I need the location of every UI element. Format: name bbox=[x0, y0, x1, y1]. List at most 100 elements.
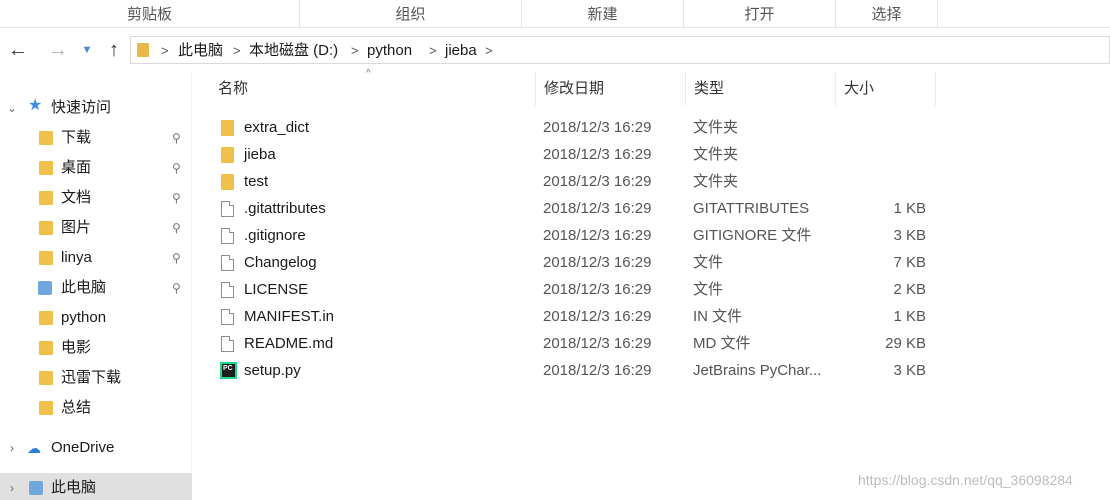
chevron-expanded-icon[interactable]: ⌄ bbox=[6, 93, 18, 123]
recent-locations-button[interactable]: ▼ bbox=[78, 36, 96, 64]
ribbon-group-select[interactable]: 选择 bbox=[836, 0, 938, 28]
file-date-modified: 2018/12/3 16:29 bbox=[543, 281, 652, 298]
sidebar-item-python[interactable]: python bbox=[0, 303, 192, 333]
breadcrumb-python[interactable]: python bbox=[367, 40, 412, 62]
navigation-bar: ← → ▼ ↑ > 此电脑 > 本地磁盘 (D:) > python > jie… bbox=[0, 28, 1110, 72]
file-type: JetBrains PyChar... bbox=[693, 362, 822, 379]
file-size: 29 KB bbox=[885, 335, 926, 352]
sidebar-item-label: python bbox=[61, 309, 107, 326]
file-type: IN 文件 bbox=[693, 308, 743, 325]
file-name: README.md bbox=[244, 335, 334, 352]
file-list: extra_dict 2018/12/3 16:29 文件夹 jieba 201… bbox=[210, 114, 1110, 414]
file-name: Changelog bbox=[244, 254, 317, 271]
sidebar-item-this-pc[interactable]: › 此电脑 bbox=[0, 473, 192, 500]
file-size: 2 KB bbox=[893, 281, 926, 298]
sidebar-item-pictures[interactable]: 图片 ⚲ bbox=[0, 213, 192, 243]
file-type: GITIGNORE 文件 bbox=[693, 227, 812, 244]
ribbon-group-labels: 剪贴板 组织 新建 打开 选择 bbox=[0, 0, 1110, 28]
file-size: 3 KB bbox=[893, 362, 926, 379]
ribbon-group-clipboard[interactable]: 剪贴板 bbox=[0, 0, 300, 28]
column-header-type[interactable]: 类型 bbox=[686, 72, 836, 106]
breadcrumb-separator[interactable]: > bbox=[233, 40, 241, 62]
breadcrumb-separator[interactable]: > bbox=[161, 40, 169, 62]
file-row[interactable]: jieba 2018/12/3 16:29 文件夹 bbox=[210, 141, 940, 168]
file-icon bbox=[221, 201, 234, 217]
file-row[interactable]: test 2018/12/3 16:29 文件夹 bbox=[210, 168, 940, 195]
sidebar-item-this-pc-pinned[interactable]: 此电脑 ⚲ bbox=[0, 273, 192, 303]
chevron-right-icon[interactable]: › bbox=[6, 473, 18, 500]
sidebar-item-label: 文档 bbox=[61, 189, 92, 206]
column-header-name[interactable]: 名称 bbox=[210, 72, 536, 106]
sidebar-item-label: 桌面 bbox=[61, 159, 92, 176]
pin-icon: ⚲ bbox=[172, 161, 181, 175]
sidebar-item-onedrive[interactable]: › ☁ OneDrive bbox=[0, 433, 192, 463]
file-name: extra_dict bbox=[244, 119, 310, 136]
file-icon bbox=[221, 336, 234, 352]
chevron-right-icon[interactable]: › bbox=[6, 433, 18, 463]
file-type: 文件 bbox=[693, 254, 724, 271]
arrow-right-icon: → bbox=[48, 39, 68, 61]
navigation-pane: ⌄ ★ 快速访问 下载 ⚲ 桌面 ⚲ 文档 ⚲ 图片 ⚲ linya ⚲ 此电脑… bbox=[0, 72, 192, 500]
file-size: 1 KB bbox=[893, 200, 926, 217]
sidebar-item-label: 迅雷下载 bbox=[61, 369, 122, 386]
downloads-folder-icon bbox=[39, 131, 53, 145]
breadcrumb-separator[interactable]: > bbox=[429, 40, 437, 62]
file-row[interactable]: .gitattributes 2018/12/3 16:29 GITATTRIB… bbox=[210, 195, 940, 222]
file-date-modified: 2018/12/3 16:29 bbox=[543, 119, 652, 136]
file-date-modified: 2018/12/3 16:29 bbox=[543, 146, 652, 163]
pin-icon: ⚲ bbox=[172, 251, 181, 265]
pin-icon: ⚲ bbox=[172, 281, 181, 295]
sidebar-item-label: 此电脑 bbox=[61, 279, 107, 296]
sidebar-item-documents[interactable]: 文档 ⚲ bbox=[0, 183, 192, 213]
file-row[interactable]: LICENSE 2018/12/3 16:29 文件 2 KB bbox=[210, 276, 940, 303]
breadcrumb-this-pc[interactable]: 此电脑 bbox=[178, 40, 223, 62]
file-row[interactable]: README.md 2018/12/3 16:29 MD 文件 29 KB bbox=[210, 330, 940, 357]
ribbon-group-new[interactable]: 新建 bbox=[522, 0, 684, 28]
breadcrumb-local-disk-d[interactable]: 本地磁盘 (D:) bbox=[249, 40, 338, 62]
address-bar[interactable]: > 此电脑 > 本地磁盘 (D:) > python > jieba > bbox=[130, 36, 1110, 64]
sidebar-item-xunlei-downloads[interactable]: 迅雷下载 bbox=[0, 363, 192, 393]
pin-icon: ⚲ bbox=[172, 131, 181, 145]
file-row[interactable]: Changelog 2018/12/3 16:29 文件 7 KB bbox=[210, 249, 940, 276]
breadcrumb-jieba[interactable]: jieba bbox=[445, 40, 477, 62]
file-type: 文件夹 bbox=[693, 173, 739, 190]
sidebar-item-linya[interactable]: linya ⚲ bbox=[0, 243, 192, 273]
file-row[interactable]: .gitignore 2018/12/3 16:29 GITIGNORE 文件 … bbox=[210, 222, 940, 249]
folder-icon bbox=[39, 311, 53, 325]
ribbon-group-open[interactable]: 打开 bbox=[684, 0, 836, 28]
up-button[interactable]: ↑ bbox=[102, 36, 126, 64]
forward-button[interactable]: → bbox=[46, 36, 70, 64]
file-date-modified: 2018/12/3 16:29 bbox=[543, 254, 652, 271]
file-row[interactable]: extra_dict 2018/12/3 16:29 文件夹 bbox=[210, 114, 940, 141]
sidebar-item-label: 电影 bbox=[61, 339, 92, 356]
back-button[interactable]: ← bbox=[6, 36, 30, 64]
folder-icon bbox=[221, 174, 234, 190]
breadcrumb-separator[interactable]: > bbox=[351, 40, 359, 62]
column-header-size[interactable]: 大小 bbox=[836, 72, 936, 106]
sidebar-item-movies[interactable]: 电影 bbox=[0, 333, 192, 363]
folder-icon bbox=[39, 401, 53, 415]
file-date-modified: 2018/12/3 16:29 bbox=[543, 227, 652, 244]
file-date-modified: 2018/12/3 16:29 bbox=[543, 308, 652, 325]
sidebar-item-summary[interactable]: 总结 bbox=[0, 393, 192, 423]
file-row[interactable]: MANIFEST.in 2018/12/3 16:29 IN 文件 1 KB bbox=[210, 303, 940, 330]
sidebar-item-downloads[interactable]: 下载 ⚲ bbox=[0, 123, 192, 153]
documents-folder-icon bbox=[39, 191, 53, 205]
folder-icon bbox=[221, 147, 234, 163]
desktop-folder-icon bbox=[39, 161, 53, 175]
file-icon bbox=[221, 282, 234, 298]
ribbon-group-organize[interactable]: 组织 bbox=[300, 0, 522, 28]
column-header-date-modified[interactable]: 修改日期 bbox=[536, 72, 686, 106]
quick-access-item[interactable]: ⌄ ★ 快速访问 bbox=[0, 93, 192, 123]
file-size: 7 KB bbox=[893, 254, 926, 271]
file-type: MD 文件 bbox=[693, 335, 751, 352]
sidebar-item-desktop[interactable]: 桌面 ⚲ bbox=[0, 153, 192, 183]
chevron-down-icon: ▼ bbox=[81, 44, 93, 56]
file-name: LICENSE bbox=[244, 281, 309, 298]
file-row[interactable]: PC setup.py 2018/12/3 16:29 JetBrains Py… bbox=[210, 357, 940, 384]
cloud-icon: ☁ bbox=[27, 440, 41, 456]
file-size: 3 KB bbox=[893, 227, 926, 244]
file-type: 文件夹 bbox=[693, 119, 739, 136]
sidebar-item-label: OneDrive bbox=[51, 439, 115, 456]
breadcrumb-separator[interactable]: > bbox=[485, 40, 493, 62]
